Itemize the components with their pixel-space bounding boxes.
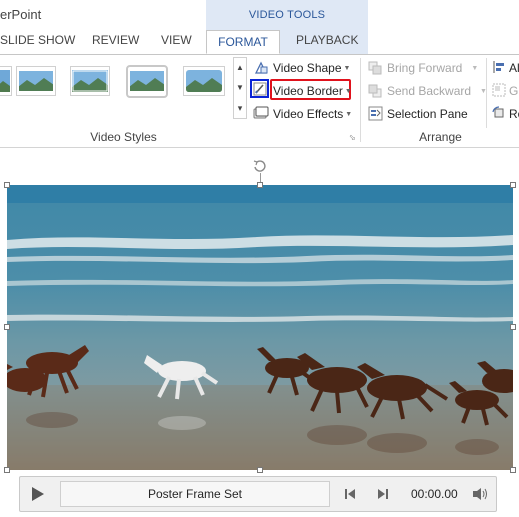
align-button[interactable]: Al (509, 61, 519, 75)
send-backward-button[interactable]: Send Backward ▼ (387, 84, 487, 98)
volume-icon[interactable] (472, 487, 490, 504)
poster-frame-status: Poster Frame Set (60, 481, 330, 507)
bring-forward-button[interactable]: Bring Forward ▼ (387, 61, 478, 75)
resize-handle[interactable] (510, 182, 516, 188)
video-effects-icon[interactable] (253, 106, 269, 123)
bring-forward-icon (368, 61, 382, 78)
group-separator (486, 58, 487, 128)
resize-handle[interactable] (4, 182, 10, 188)
tab-slide-show[interactable]: SLIDE SHOW (0, 33, 75, 47)
rotate-button[interactable]: Ro (509, 107, 519, 121)
video-border-icon[interactable] (253, 82, 267, 99)
video-shape-button[interactable]: Video Shape ▼ (273, 61, 350, 75)
dropdown-caret-icon: ▼ (343, 65, 351, 73)
resize-handle[interactable] (4, 324, 10, 330)
tab-format[interactable]: FORMAT (206, 30, 280, 54)
step-back-icon[interactable] (344, 488, 356, 503)
bring-forward-label: Bring Forward (387, 61, 463, 75)
dropdown-caret-icon: ▼ (344, 88, 352, 96)
group-label-video-styles: Video Styles (90, 130, 157, 144)
group-separator (360, 58, 361, 142)
dialog-launcher-icon[interactable]: ⬂ (349, 133, 356, 142)
resize-handle[interactable] (4, 467, 10, 473)
resize-handle[interactable] (510, 324, 516, 330)
gallery-scroll-up-icon[interactable]: ▲ (234, 58, 246, 78)
group-label-arrange: Arrange (419, 130, 462, 144)
tab-playback[interactable]: PLAYBACK (296, 33, 358, 47)
video-frame[interactable] (7, 185, 513, 470)
app-title: erPoint (0, 7, 42, 22)
send-backward-label: Send Backward (387, 84, 472, 98)
tab-review[interactable]: REVIEW (92, 33, 139, 47)
dropdown-caret-icon: ▼ (345, 111, 353, 119)
video-border-label: Video Border (273, 84, 343, 98)
video-tools-label: VIDEO TOOLS (248, 9, 326, 21)
play-icon[interactable] (30, 485, 46, 506)
resize-handle[interactable] (510, 467, 516, 473)
selection-pane-icon (368, 106, 383, 124)
video-effects-button[interactable]: Video Effects ▼ (273, 107, 352, 121)
video-style-thumbnail[interactable] (183, 66, 225, 96)
dropdown-caret-icon: ▼ (471, 65, 479, 73)
group-button[interactable]: Gr (509, 84, 519, 98)
video-style-thumbnail[interactable] (16, 66, 56, 96)
gallery-scrollbar[interactable]: ▲ ▼ ▾ (233, 57, 247, 119)
tab-view[interactable]: VIEW (161, 33, 192, 47)
video-shape-label: Video Shape (273, 61, 342, 75)
rotate-icon (492, 106, 506, 123)
playback-time: 00:00.00 (411, 487, 458, 501)
align-icon (492, 60, 506, 77)
selection-pane-button[interactable]: Selection Pane (387, 107, 468, 121)
video-shape-icon[interactable] (253, 60, 269, 79)
step-forward-icon[interactable] (377, 488, 389, 503)
video-border-button[interactable]: Video Border ▼ (273, 84, 352, 98)
resize-handle[interactable] (257, 182, 263, 188)
video-style-thumbnail[interactable] (70, 66, 110, 96)
send-backward-icon (368, 84, 382, 101)
gallery-scroll-down-icon[interactable]: ▼ (234, 78, 246, 98)
video-style-thumbnail[interactable] (0, 66, 12, 96)
resize-handle[interactable] (257, 467, 263, 473)
beach-horses-video-image (7, 185, 513, 470)
video-style-thumbnail-selected[interactable] (126, 65, 168, 98)
video-effects-label: Video Effects (273, 107, 344, 121)
gallery-more-icon[interactable]: ▾ (234, 98, 246, 118)
group-objects-icon (492, 83, 506, 100)
